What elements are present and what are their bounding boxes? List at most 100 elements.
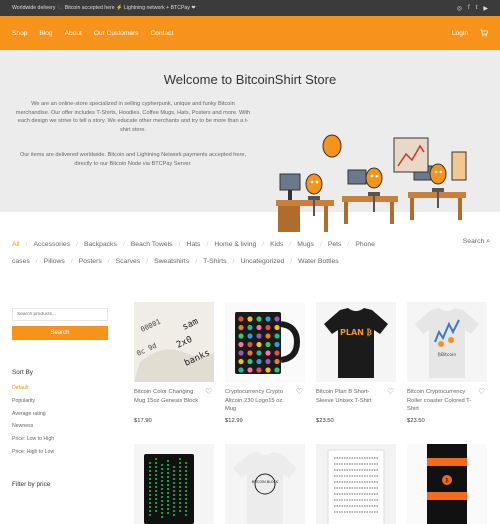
category-separator: / xyxy=(232,258,235,265)
category-all[interactable]: All xyxy=(12,241,20,248)
product-image[interactable]: ₿Bitcoin xyxy=(407,302,487,382)
sort-price-low-high[interactable]: Price: Low to High xyxy=(12,433,108,446)
product-search-input[interactable] xyxy=(12,308,108,321)
product-name[interactable]: Bitcoin Plan B Short-Sleeve Unisex T-Shi… xyxy=(316,388,386,405)
wishlist-heart-icon[interactable]: ♡ xyxy=(387,387,394,396)
product-card[interactable]: BITCOIN BLOCK xyxy=(225,444,305,524)
product-card[interactable]: sam 2x0 banks 00001 0c 9d Bitcoin Color … xyxy=(134,302,214,424)
mug-dot xyxy=(256,316,262,322)
social-links: ◎ f t ▶ xyxy=(457,5,488,12)
category-scarves[interactable]: Scarves xyxy=(116,258,141,265)
sort-popularity[interactable]: Popularity xyxy=(12,395,108,408)
product-image[interactable] xyxy=(225,302,305,382)
category-backpacks[interactable]: Backpacks xyxy=(84,241,117,248)
sort-newness[interactable]: Newness xyxy=(12,420,108,433)
category-separator: / xyxy=(107,258,110,265)
mug-dot xyxy=(265,341,271,348)
sort-options: Default Popularity Average rating Newnes… xyxy=(12,382,108,459)
login-link[interactable]: Login xyxy=(452,30,468,37)
product-card[interactable] xyxy=(316,444,396,524)
nav-our-customers[interactable]: Our Customers xyxy=(94,30,139,37)
product-image[interactable]: ₿ xyxy=(407,444,487,524)
nav-contact[interactable]: Contact xyxy=(151,30,174,37)
mug-dot xyxy=(265,333,271,339)
mug-dot xyxy=(238,358,244,365)
sort-default[interactable]: Default xyxy=(12,382,108,395)
product-price: $23.50 xyxy=(316,418,334,424)
category-separator: / xyxy=(35,258,38,265)
mug-dot xyxy=(247,316,253,322)
mug-dot xyxy=(256,324,262,331)
category-separator: / xyxy=(25,241,28,248)
product-price: $12.99 xyxy=(225,418,243,424)
top-bar: Worldwide delivery 📞 Bitcoin accepted he… xyxy=(0,0,500,16)
mug-dot xyxy=(274,333,280,339)
nav-blog[interactable]: Blog xyxy=(39,30,52,37)
cart-icon[interactable] xyxy=(480,29,488,37)
product-card[interactable]: ₿Bitcoin Bitcoin Cryptocurrency Roller c… xyxy=(407,302,487,424)
nav-about[interactable]: About xyxy=(65,30,82,37)
product-image[interactable] xyxy=(134,444,214,524)
plan-b-text: PLAN ₿ xyxy=(340,327,373,337)
product-image[interactable]: BITCOIN BLOCK xyxy=(225,444,305,524)
facebook-icon[interactable]: f xyxy=(468,5,470,12)
category-home-living[interactable]: Home & living xyxy=(214,241,256,248)
product-card[interactable] xyxy=(134,444,214,524)
product-search-button[interactable]: Search xyxy=(12,326,108,340)
category-separator: / xyxy=(290,258,293,265)
product-name[interactable]: Cryptocurrency Crypto Altcoin 230 Logo15… xyxy=(225,388,295,414)
product-name[interactable]: Bitcoin Cryptocurrency Roller coaster Co… xyxy=(407,388,477,414)
category-sweatshirts[interactable]: Sweatshirts xyxy=(154,258,189,265)
category-t-shirts[interactable]: T-Shirts xyxy=(203,258,226,265)
mug-dot xyxy=(238,350,244,356)
product-price: $23.50 xyxy=(407,418,425,424)
category-water-bottles[interactable]: Water Bottles xyxy=(298,258,339,265)
mug-dot xyxy=(247,358,253,365)
category-separator: / xyxy=(289,241,292,248)
search-toggle[interactable]: Search ⌕ xyxy=(463,236,490,247)
product-image[interactable]: sam 2x0 banks 00001 0c 9d xyxy=(134,302,214,382)
mug-dot xyxy=(247,324,253,331)
product-card[interactable]: ₿ xyxy=(407,444,487,524)
category-uncategorized[interactable]: Uncategorized xyxy=(240,258,284,265)
mug-dot xyxy=(274,358,280,365)
category-separator: / xyxy=(76,241,78,248)
category-hats[interactable]: Hats xyxy=(186,241,200,248)
filter-price-title: Filter by price xyxy=(12,481,51,488)
category-posters[interactable]: Posters xyxy=(79,258,102,265)
category-filter: All / Accessories / Backpacks / Beach Towels / H… xyxy=(12,236,492,270)
product-image[interactable]: PLAN ₿ xyxy=(316,302,396,382)
category-pets[interactable]: Pets xyxy=(328,241,342,248)
wishlist-heart-icon[interactable]: ♡ xyxy=(296,387,303,396)
hero-delivery: Our items are delivered worldwide. Bitco… xyxy=(19,152,247,167)
category-beach-towels[interactable]: Beach Towels xyxy=(131,241,173,248)
category-mugs[interactable]: Mugs xyxy=(297,241,314,248)
mug-dot xyxy=(247,333,253,339)
mug-dot xyxy=(265,324,271,331)
instagram-icon[interactable]: ◎ xyxy=(457,5,462,12)
youtube-icon[interactable]: ▶ xyxy=(483,5,488,12)
shop-sidebar: Search Sort By Default Popularity Averag… xyxy=(12,302,108,488)
main-nav: Shop Blog About Our Customers Contact Lo… xyxy=(0,16,500,50)
category-separator: / xyxy=(146,258,149,265)
category-pillows[interactable]: Pillows xyxy=(44,258,65,265)
twitter-icon[interactable]: t xyxy=(476,5,478,12)
category-separator: / xyxy=(206,241,209,248)
product-price: $17.90 xyxy=(134,418,152,424)
product-name[interactable]: Bitcoin Color Changing Mug 15oz Genesis … xyxy=(134,388,204,405)
product-image[interactable] xyxy=(316,444,396,524)
sort-average-rating[interactable]: Average rating xyxy=(12,408,108,421)
mug-dot xyxy=(265,358,271,365)
category-kids[interactable]: Kids xyxy=(270,241,283,248)
product-card[interactable]: PLAN ₿ Bitcoin Plan B Short-Sleeve Unise… xyxy=(316,302,396,424)
product-card[interactable]: Cryptocurrency Crypto Altcoin 230 Logo15… xyxy=(225,302,305,424)
category-accessories[interactable]: Accessories xyxy=(33,241,70,248)
sort-price-high-low[interactable]: Price: High to Low xyxy=(12,446,108,459)
search-icon: ⌕ xyxy=(486,238,490,245)
nav-shop[interactable]: Shop xyxy=(12,30,27,37)
wishlist-heart-icon[interactable]: ♡ xyxy=(205,387,212,396)
wishlist-heart-icon[interactable]: ♡ xyxy=(478,387,485,396)
category-separator: / xyxy=(347,241,350,248)
topbar-notice: Worldwide delivery 📞 Bitcoin accepted he… xyxy=(12,5,196,11)
mug-dot xyxy=(256,341,262,348)
